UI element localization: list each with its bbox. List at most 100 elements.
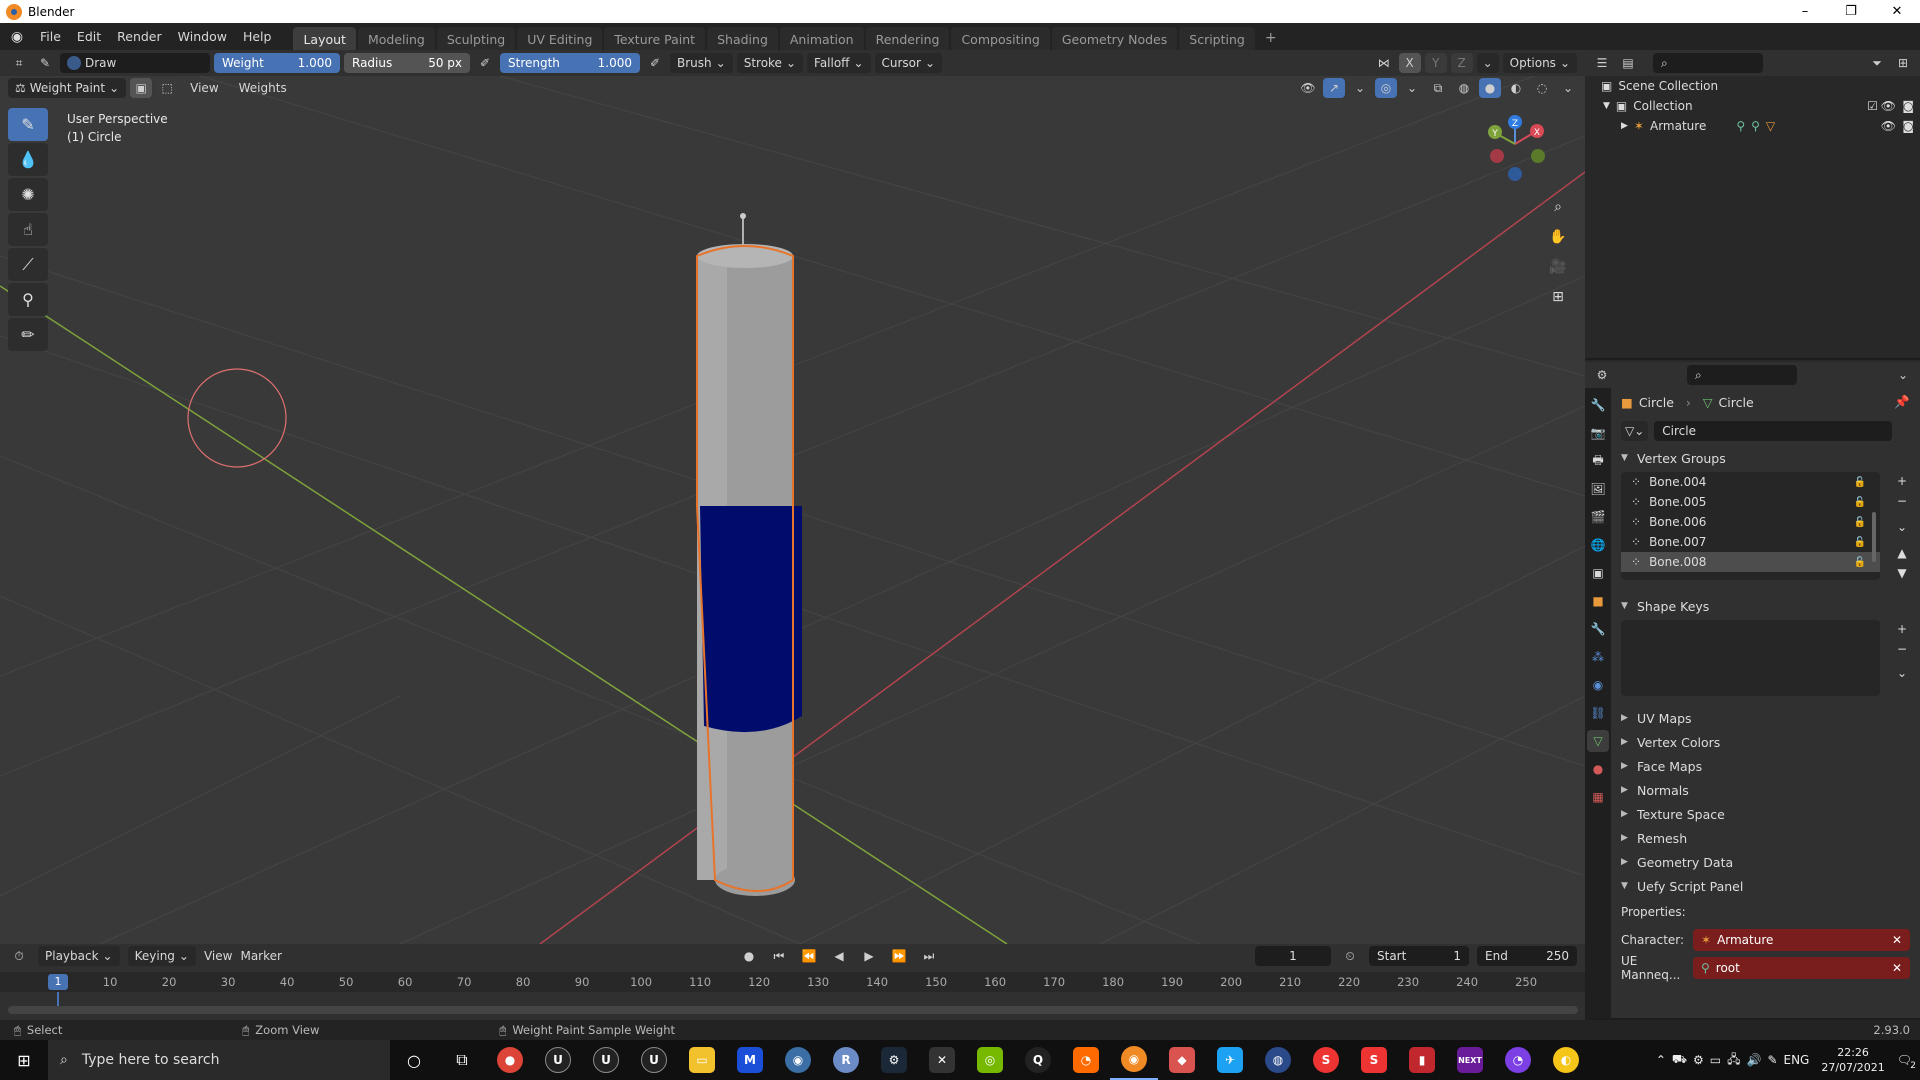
pen-icon[interactable]: ✎ <box>1767 1053 1777 1067</box>
notifications-icon[interactable]: 🗨 2 <box>1897 1053 1916 1071</box>
world-tab-icon[interactable]: 🌐 <box>1587 534 1609 556</box>
steam-icon[interactable]: ⚙ <box>870 1040 918 1080</box>
task-view-icon[interactable]: ⧉ <box>438 1040 486 1080</box>
windows-start-icon[interactable]: ⊞ <box>0 1040 48 1080</box>
gradient-tool-icon[interactable]: ⟋ <box>8 248 48 281</box>
play-icon[interactable]: ▶ <box>858 946 880 966</box>
file-explorer-icon[interactable]: ▭ <box>678 1040 726 1080</box>
playback-menu[interactable]: Playback ⌄ <box>38 946 120 966</box>
radius-slider[interactable]: Radius 50 px <box>344 53 470 73</box>
options-menu[interactable]: Options ⌄ <box>1502 53 1577 73</box>
close-button[interactable]: ✕ <box>1874 0 1920 23</box>
mesh-name-field[interactable]: Circle <box>1654 421 1892 441</box>
shading-dropdown-icon[interactable]: ⌄ <box>1557 78 1579 98</box>
strength-pressure-icon[interactable]: ✐ <box>644 53 666 73</box>
app-r-icon[interactable]: R <box>822 1040 870 1080</box>
play-reverse-icon[interactable]: ◀ <box>828 946 850 966</box>
tray-app-icon[interactable]: ⚙ <box>1693 1053 1704 1067</box>
menu-window[interactable]: Window <box>170 29 235 44</box>
solid-shading-icon[interactable]: ● <box>1479 78 1501 98</box>
move-down-button[interactable]: ▼ <box>1892 564 1912 582</box>
display-mode-icon[interactable]: ▤ <box>1617 53 1639 73</box>
vertex-group-item[interactable]: ⁘ Bone.007 🔓 <box>1621 532 1880 552</box>
mirror-z-toggle[interactable]: Z <box>1450 53 1473 73</box>
output-tab-icon[interactable]: 🖶 <box>1587 450 1609 472</box>
visibility-eye-icon[interactable]: 👁 <box>1881 119 1896 133</box>
lock-icon[interactable]: 🔓 <box>1854 557 1866 568</box>
timeline-ruler[interactable]: 1 10 20 30 40 50 60 70 80 90 100 110 120 130 140 150 16… <box>0 972 1585 992</box>
jump-end-icon[interactable]: ⏭ <box>918 946 940 966</box>
render-camera-icon[interactable]: ◙ <box>1902 119 1914 133</box>
viewport-menu-view[interactable]: View <box>182 81 226 95</box>
menu-edit[interactable]: Edit <box>69 29 109 44</box>
app-red-icon[interactable]: ◆ <box>1158 1040 1206 1080</box>
material-tab-icon[interactable]: ● <box>1587 758 1609 780</box>
panel-geometry-data[interactable]: ▶ Geometry Data <box>1611 850 1920 874</box>
vertex-group-item[interactable]: ⁘ Bone.006 🔓 <box>1621 512 1880 532</box>
lock-icon[interactable]: 🔓 <box>1854 517 1866 528</box>
list-scrollbar[interactable] <box>1872 512 1876 562</box>
panel-texture-space[interactable]: ▶ Texture Space <box>1611 802 1920 826</box>
keying-menu[interactable]: Keying ⌄ <box>127 946 196 966</box>
gizmo-dropdown-icon[interactable]: ⌄ <box>1349 78 1371 98</box>
tray-app-icon[interactable]: ▭ <box>1710 1053 1721 1067</box>
add-workspace-button[interactable]: + <box>1257 26 1285 50</box>
menu-render[interactable]: Render <box>109 29 170 44</box>
new-collection-icon[interactable]: ⊞ <box>1892 53 1914 73</box>
timeline-editor-type-icon[interactable]: ⏱ <box>8 946 30 966</box>
clock[interactable]: 22:26 27/07/2021 <box>1821 1045 1884 1075</box>
render-tab-icon[interactable]: 📷 <box>1587 422 1609 444</box>
xray-toggle-icon[interactable]: ⧉ <box>1427 78 1449 98</box>
lock-icon[interactable]: 🔓 <box>1854 477 1866 488</box>
app-next-icon[interactable]: NEXT <box>1446 1040 1494 1080</box>
expand-icon[interactable]: ▼ <box>1603 101 1610 111</box>
vertex-group-item-selected[interactable]: ⁘ Bone.008 🔓 <box>1621 552 1880 572</box>
panel-face-maps[interactable]: ▶ Face Maps <box>1611 754 1920 778</box>
app-circle-icon[interactable]: ◉ <box>774 1040 822 1080</box>
shape-keys-panel-header[interactable]: ▼ Shape Keys <box>1611 594 1920 618</box>
restore-button[interactable]: ❐ <box>1828 0 1874 23</box>
vertex-group-list[interactable]: ⁘ Bone.004 🔓 ⁘ Bone.005 🔓 ⁘ Bone.006 🔓 ⁘ Bone.0… <box>1621 472 1880 580</box>
remove-vertex-group-button[interactable]: − <box>1892 492 1912 510</box>
filter-icon[interactable]: ⏷ <box>1866 53 1888 73</box>
panel-remesh[interactable]: ▶ Remesh <box>1611 826 1920 850</box>
tab-layout[interactable]: Layout <box>293 27 356 50</box>
playhead[interactable]: 1 <box>48 974 68 990</box>
blender-taskbar-icon[interactable]: ◉ <box>1110 1040 1158 1080</box>
outliner-row-collection[interactable]: ▼ ▣ Collection ☑ 👁 ◙ <box>1585 96 1920 116</box>
stroke-menu[interactable]: Stroke ⌄ <box>736 53 804 73</box>
app-red-box-icon[interactable]: ▮ <box>1398 1040 1446 1080</box>
wireframe-shading-icon[interactable]: ◍ <box>1453 78 1475 98</box>
tab-animation[interactable]: Animation <box>779 27 864 50</box>
outliner-search-input[interactable]: ⌕ <box>1653 53 1763 73</box>
gizmo-toggle-icon[interactable]: ↗ <box>1323 78 1345 98</box>
mirror-dropdown-icon[interactable]: ⌄ <box>1476 53 1499 73</box>
app-x-icon[interactable]: ✕ <box>918 1040 966 1080</box>
gizmo-neg-y-icon[interactable] <box>1531 149 1545 163</box>
shape-key-specials-button[interactable]: ⌄ <box>1892 664 1912 682</box>
rendered-shading-icon[interactable]: ◌ <box>1531 78 1553 98</box>
jump-start-icon[interactable]: ⏮ <box>768 946 790 966</box>
preview-range-icon[interactable]: ⏲ <box>1339 946 1361 966</box>
tab-rendering[interactable]: Rendering <box>865 27 950 50</box>
app-q-icon[interactable]: Q <box>1014 1040 1062 1080</box>
volume-icon[interactable]: 🔊 <box>1746 1053 1761 1067</box>
weight-slider[interactable]: Weight 1.000 <box>214 53 340 73</box>
camera-view-icon[interactable]: 🎥 <box>1545 254 1571 280</box>
material-shading-icon[interactable]: ◐ <box>1505 78 1527 98</box>
app-globe-icon[interactable]: ◍ <box>1254 1040 1302 1080</box>
smear-tool-icon[interactable]: ☝ <box>8 213 48 246</box>
tab-compositing[interactable]: Compositing <box>951 27 1050 50</box>
navigation-gizmo[interactable]: Z X Y ⌕ ✋ 🎥 ⊞ <box>1445 104 1585 324</box>
app-blue-bird-icon[interactable]: ✈ <box>1206 1040 1254 1080</box>
auto-key-icon[interactable]: ● <box>738 946 760 966</box>
jump-keyframe-back-icon[interactable]: ⏪ <box>798 946 820 966</box>
character-field[interactable]: ✶ Armature ✕ <box>1693 929 1910 951</box>
particles-tab-icon[interactable]: ⁂ <box>1587 646 1609 668</box>
object-tab-icon[interactable]: ■ <box>1587 590 1609 612</box>
tab-scripting[interactable]: Scripting <box>1179 27 1255 50</box>
lock-icon[interactable]: 🔓 <box>1854 497 1866 508</box>
tab-texture-paint[interactable]: Texture Paint <box>604 27 706 50</box>
zoom-view-icon[interactable]: ⌕ <box>1545 194 1571 220</box>
remove-shape-key-button[interactable]: − <box>1892 640 1912 658</box>
